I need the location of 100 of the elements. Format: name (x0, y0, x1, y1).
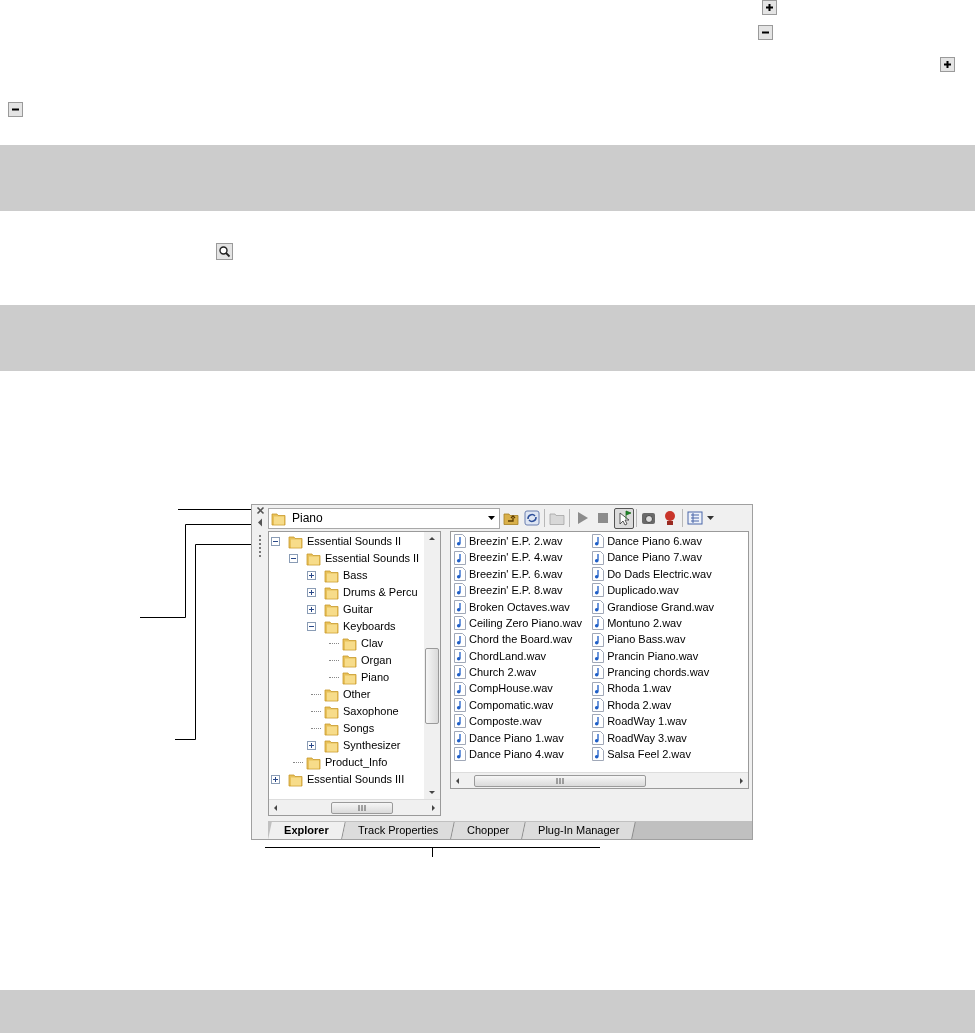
folder-icon (324, 585, 339, 600)
audio-file-icon (592, 616, 605, 631)
file-item[interactable]: Prancin Piano.wav (592, 647, 715, 665)
folder-icon (271, 510, 286, 526)
expand-icon[interactable] (307, 571, 316, 580)
folder-icon (288, 534, 303, 549)
panel-tab[interactable]: Track Properties (341, 822, 455, 839)
new-folder-icon (549, 510, 565, 526)
file-item[interactable]: Dance Piano 4.wav (454, 746, 583, 763)
refresh-icon (524, 510, 540, 526)
vertical-scrollbar[interactable] (424, 532, 440, 799)
toolbar-button[interactable] (614, 507, 634, 529)
audio-file-icon (454, 534, 466, 549)
file-item[interactable]: Duplicado.wav (592, 582, 715, 599)
expand-icon[interactable] (307, 588, 316, 597)
audio-file-icon (454, 747, 466, 762)
view-icon (687, 510, 703, 526)
file-item[interactable]: Rhoda 2.wav (592, 696, 715, 714)
audio-file-icon (592, 714, 605, 729)
audio-file-icon (454, 714, 466, 729)
file-item[interactable]: Piano Bass.wav (592, 631, 715, 648)
audio-file-icon (592, 583, 605, 598)
tree-item[interactable]: Keyboards (269, 618, 424, 635)
file-item[interactable]: RoadWay 1.wav (592, 713, 715, 730)
file-item[interactable]: Church 2.wav (454, 664, 583, 681)
audio-file-icon (592, 534, 605, 549)
audio-file-icon (454, 665, 466, 680)
audio-file-icon (454, 550, 466, 565)
file-item[interactable]: Breezin' E.P. 6.wav (454, 565, 583, 583)
file-item[interactable]: Broken Octaves.wav (454, 598, 583, 615)
audio-file-icon (592, 599, 605, 614)
file-item[interactable]: Dance Piano 6.wav (592, 533, 715, 550)
tree-item[interactable]: Essential Sounds III (269, 771, 424, 788)
file-item[interactable]: Rhoda 1.wav (592, 680, 715, 697)
minus-icon (758, 25, 773, 40)
tree-item[interactable]: Saxophone (269, 703, 424, 720)
horizontal-scrollbar[interactable] (269, 799, 440, 815)
audio-file-icon (454, 648, 466, 663)
file-item[interactable]: Dance Piano 7.wav (592, 549, 715, 566)
collapse-icon[interactable] (307, 622, 316, 631)
file-item[interactable]: Chord the Board.wav (454, 631, 583, 648)
close-icon[interactable] (255, 506, 265, 515)
folder-icon (306, 755, 321, 770)
file-item[interactable]: Compomatic.wav (454, 696, 583, 714)
folder-icon (324, 602, 339, 617)
file-item[interactable]: Composte.wav (454, 713, 583, 730)
select-icon (616, 510, 632, 526)
audio-file-icon (592, 698, 605, 713)
tree-item[interactable]: Piano (269, 669, 424, 686)
panel-tab[interactable]: Explorer (268, 822, 346, 839)
file-item[interactable]: ChordLand.wav (454, 647, 583, 665)
tree-item[interactable]: Guitar (269, 601, 424, 618)
tree-item[interactable]: Bass (269, 567, 424, 584)
file-item[interactable]: Montuno 2.wav (592, 614, 715, 632)
file-item[interactable]: RoadWay 3.wav (592, 729, 715, 747)
file-item[interactable]: Salsa Feel 2.wav (592, 746, 715, 763)
tree-item[interactable]: Synthesizer (269, 737, 424, 754)
caret-icon (488, 516, 495, 520)
tree-item[interactable]: Songs (269, 720, 424, 737)
panel-tab[interactable]: Chopper (451, 822, 526, 839)
location-dropdown[interactable]: Piano (268, 507, 500, 529)
expand-icon[interactable] (271, 775, 280, 784)
tree-item[interactable]: Organ (269, 652, 424, 669)
collapse-arrow-icon[interactable] (257, 518, 263, 527)
grip-icon (358, 804, 366, 811)
tree-item[interactable]: Product_Info (269, 754, 424, 771)
grip-icon[interactable] (258, 534, 262, 558)
toolbar-button[interactable] (522, 507, 542, 529)
panel-tab[interactable]: Plug-In Manager (522, 822, 637, 839)
file-item[interactable]: Breezin' E.P. 2.wav (454, 533, 583, 550)
tree-item[interactable]: Essential Sounds II (269, 533, 424, 550)
collapse-icon[interactable] (289, 554, 298, 563)
collapse-icon[interactable] (271, 537, 280, 546)
expand-icon[interactable] (307, 605, 316, 614)
media-icon (641, 510, 657, 526)
file-item[interactable]: Prancing chords.wav (592, 664, 715, 681)
file-item[interactable]: Grandiose Grand.wav (592, 598, 715, 615)
plus-icon (940, 57, 955, 72)
expand-icon[interactable] (307, 741, 316, 750)
stop-icon (595, 510, 611, 526)
audio-file-icon (592, 747, 605, 762)
tree-item[interactable]: Clav (269, 635, 424, 652)
record-icon (662, 510, 678, 526)
file-item[interactable]: Do Dads Electric.wav (592, 565, 715, 583)
file-item[interactable]: Ceiling Zero Piano.wav (454, 614, 583, 632)
folder-icon (324, 619, 339, 634)
horizontal-scrollbar[interactable] (451, 772, 748, 788)
audio-file-icon (592, 632, 605, 647)
up-folder-icon (503, 510, 519, 526)
file-item[interactable]: Breezin' E.P. 4.wav (454, 549, 583, 566)
file-item[interactable]: Dance Piano 1.wav (454, 729, 583, 747)
audio-file-icon (592, 648, 605, 663)
tree-item[interactable]: Essential Sounds II (269, 550, 424, 567)
file-item[interactable]: Breezin' E.P. 8.wav (454, 582, 583, 599)
file-item[interactable]: CompHouse.wav (454, 680, 583, 697)
folder-icon (342, 636, 357, 651)
minus-icon (8, 102, 23, 117)
tree-item[interactable]: Other (269, 686, 424, 703)
folder-icon (342, 670, 357, 685)
tree-item[interactable]: Drums & Percu (269, 584, 424, 601)
